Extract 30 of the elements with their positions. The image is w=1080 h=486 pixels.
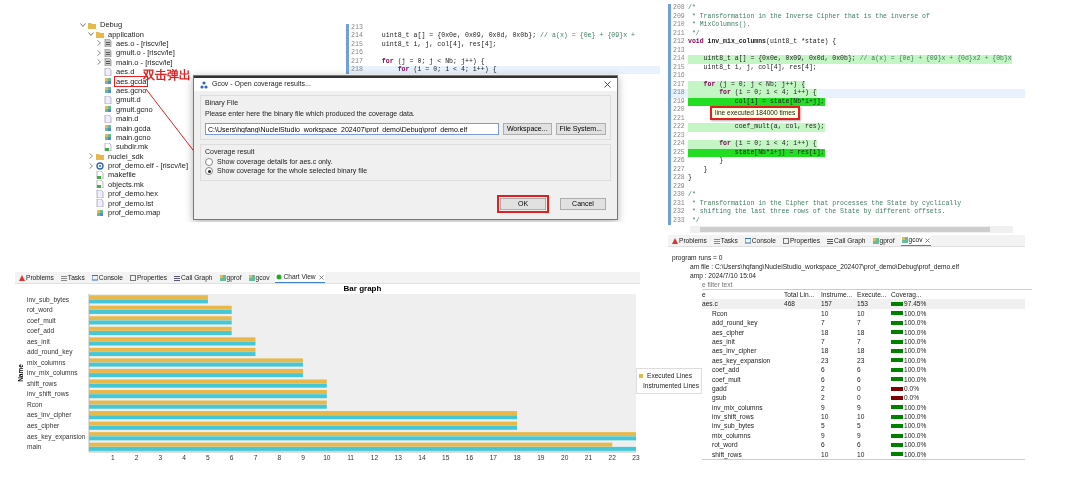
monitor-icon [91,274,98,281]
file-icon [104,114,112,123]
chart-icon [901,237,908,243]
radio-button[interactable] [205,167,213,175]
chart-icon [872,237,879,244]
list-icon [174,274,180,281]
file-icon [104,142,112,151]
monitor-icon [744,237,751,244]
close-icon[interactable] [925,237,931,243]
folder-icon [96,152,104,161]
coverage-file-icon [104,105,112,114]
file-icon [104,95,112,104]
coverage-file-icon [96,208,104,217]
warning-icon [672,237,678,244]
scrollbar-thumb[interactable] [700,227,990,232]
gear-icon [96,161,104,170]
close-icon[interactable] [318,274,324,280]
warning-icon [19,274,25,281]
file-icon [104,67,112,76]
close-icon[interactable] [604,81,611,88]
chart-icon [248,274,255,281]
radio-button[interactable] [205,158,213,166]
chart-title: Bar graph [343,284,382,293]
app-icon [200,80,208,89]
scrollbar[interactable] [690,226,1013,233]
chart-icon [276,274,283,280]
list-icon [713,237,720,244]
chart-icon [219,274,226,281]
list-icon [60,274,67,281]
list-icon [827,237,833,244]
